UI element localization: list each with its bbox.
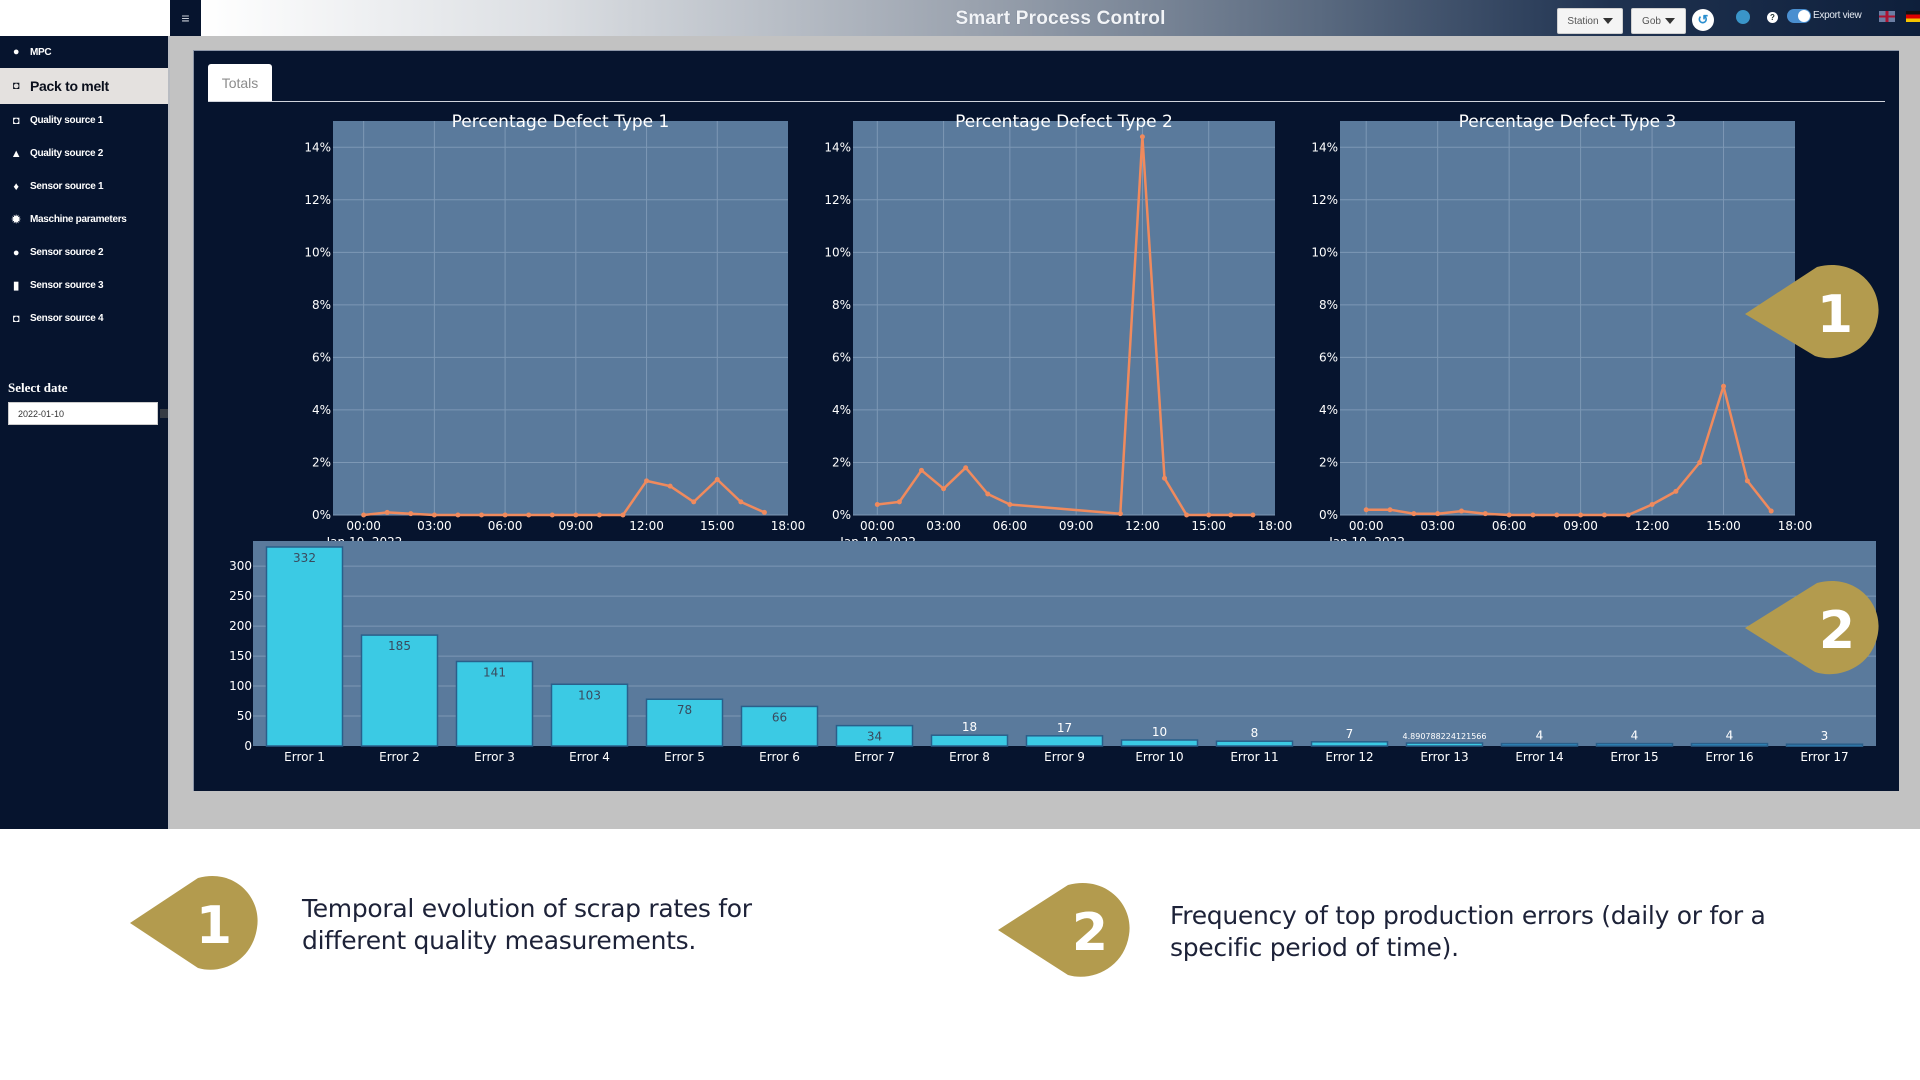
- date-input[interactable]: [8, 402, 158, 425]
- german-flag-icon[interactable]: [1906, 11, 1920, 22]
- hamburger-icon[interactable]: ≡: [170, 0, 201, 36]
- sidebar-item-label: Quality source 2: [30, 148, 104, 159]
- export-view-toggle[interactable]: [1787, 9, 1811, 23]
- sidebar-item-sensor-source-2[interactable]: ● Sensor source 2: [0, 236, 168, 269]
- annotation-2-text: Frequency of top production errors (dail…: [1170, 900, 1766, 964]
- annotation-1-text: Temporal evolution of scrap rates for di…: [302, 893, 752, 957]
- caret-down-icon: [1664, 18, 1675, 24]
- gob-dropdown-label: Gob: [1642, 15, 1661, 27]
- station-dropdown-label: Station: [1567, 15, 1599, 27]
- calendar-icon[interactable]: [160, 409, 168, 418]
- sidebar-item-mpc[interactable]: ● MPC: [0, 36, 168, 68]
- dashboard-panel: Totals: [193, 50, 1899, 791]
- camera-icon: ◘: [12, 80, 20, 92]
- uk-flag-icon[interactable]: [1879, 11, 1895, 22]
- sidebar-item-quality-source-2[interactable]: ▲ Quality source 2: [0, 137, 168, 170]
- sidebar: ● MPC ◘ Pack to melt ◘ Quality source 1 ▲ Quali…: [0, 36, 170, 829]
- sidebar-item-sensor-source-1[interactable]: ♦ Sensor source 1: [0, 170, 168, 203]
- sidebar-item-quality-source-1[interactable]: ◘ Quality source 1: [0, 104, 168, 137]
- tab-totals[interactable]: Totals: [208, 64, 272, 102]
- callout-marker-1: 1: [1745, 265, 1879, 359]
- gear-icon: ✹: [11, 214, 21, 226]
- callout-shape: [998, 883, 1130, 977]
- toggle-knob: [1798, 10, 1810, 22]
- sidebar-item-sensor-source-3[interactable]: ▮ Sensor source 3: [0, 269, 168, 302]
- callout-shape: [1745, 265, 1879, 359]
- sidebar-item-label: Sensor source 1: [30, 181, 104, 192]
- sidebar-item-sensor-source-4[interactable]: ◘ Sensor source 4: [0, 302, 168, 335]
- lightbulb-icon: ●: [12, 46, 20, 58]
- annotation-1-line-2: different quality measurements.: [302, 926, 697, 955]
- export-view-label: Export view: [1813, 10, 1862, 21]
- station-dropdown[interactable]: Station: [1557, 8, 1623, 34]
- annotation-2-line-1: Frequency of top production errors (dail…: [1170, 901, 1766, 930]
- app-window: ≡ Smart Process Control Station Gob ↺ ? …: [0, 0, 1920, 829]
- sidebar-item-label: MPC: [30, 46, 52, 58]
- sidebar-item-label: Sensor source 4: [30, 313, 104, 324]
- sidebar-item-label: Sensor source 2: [30, 247, 104, 258]
- callout-number: 2: [1819, 601, 1855, 661]
- fire-icon: ♦: [13, 180, 19, 193]
- annotation-1-line-1: Temporal evolution of scrap rates for: [302, 894, 752, 923]
- camera-icon: ◘: [12, 114, 20, 127]
- callout-number: 2: [1072, 903, 1108, 963]
- callout-number: 1: [196, 896, 232, 956]
- gob-dropdown[interactable]: Gob: [1631, 8, 1686, 34]
- legend-marker-2: 2: [998, 883, 1130, 977]
- sidebar-item-pack-to-melt[interactable]: ◘ Pack to melt: [0, 68, 168, 104]
- callout-marker-2: 2: [1745, 581, 1879, 675]
- thermometer-icon: ▮: [13, 280, 19, 292]
- refresh-icon[interactable]: ↺: [1692, 9, 1714, 31]
- callout-number: 1: [1817, 285, 1853, 345]
- legend-marker-1: 1: [130, 876, 258, 970]
- select-date-label: Select date: [8, 380, 68, 395]
- camera-icon: ◘: [12, 312, 20, 325]
- sidebar-item-maschine-parameters[interactable]: ✹ Maschine parameters: [0, 203, 168, 236]
- caret-down-icon: [1602, 18, 1613, 24]
- tab-divider: [208, 101, 1885, 102]
- sidebar-item-label: Pack to melt: [30, 78, 109, 94]
- status-indicator: [1736, 10, 1750, 24]
- sidebar-item-label: Sensor source 3: [30, 280, 104, 291]
- sidebar-item-label: Maschine parameters: [30, 214, 127, 225]
- annotation-2-line-2: specific period of time).: [1170, 933, 1459, 962]
- callout-shape: [130, 876, 258, 970]
- help-icon[interactable]: ?: [1767, 12, 1778, 23]
- drop-icon: ●: [12, 246, 20, 259]
- sidebar-item-label: Quality source 1: [30, 115, 104, 126]
- callout-shape: [1745, 581, 1879, 675]
- warning-icon: ▲: [10, 147, 22, 160]
- logo-area: [0, 0, 170, 36]
